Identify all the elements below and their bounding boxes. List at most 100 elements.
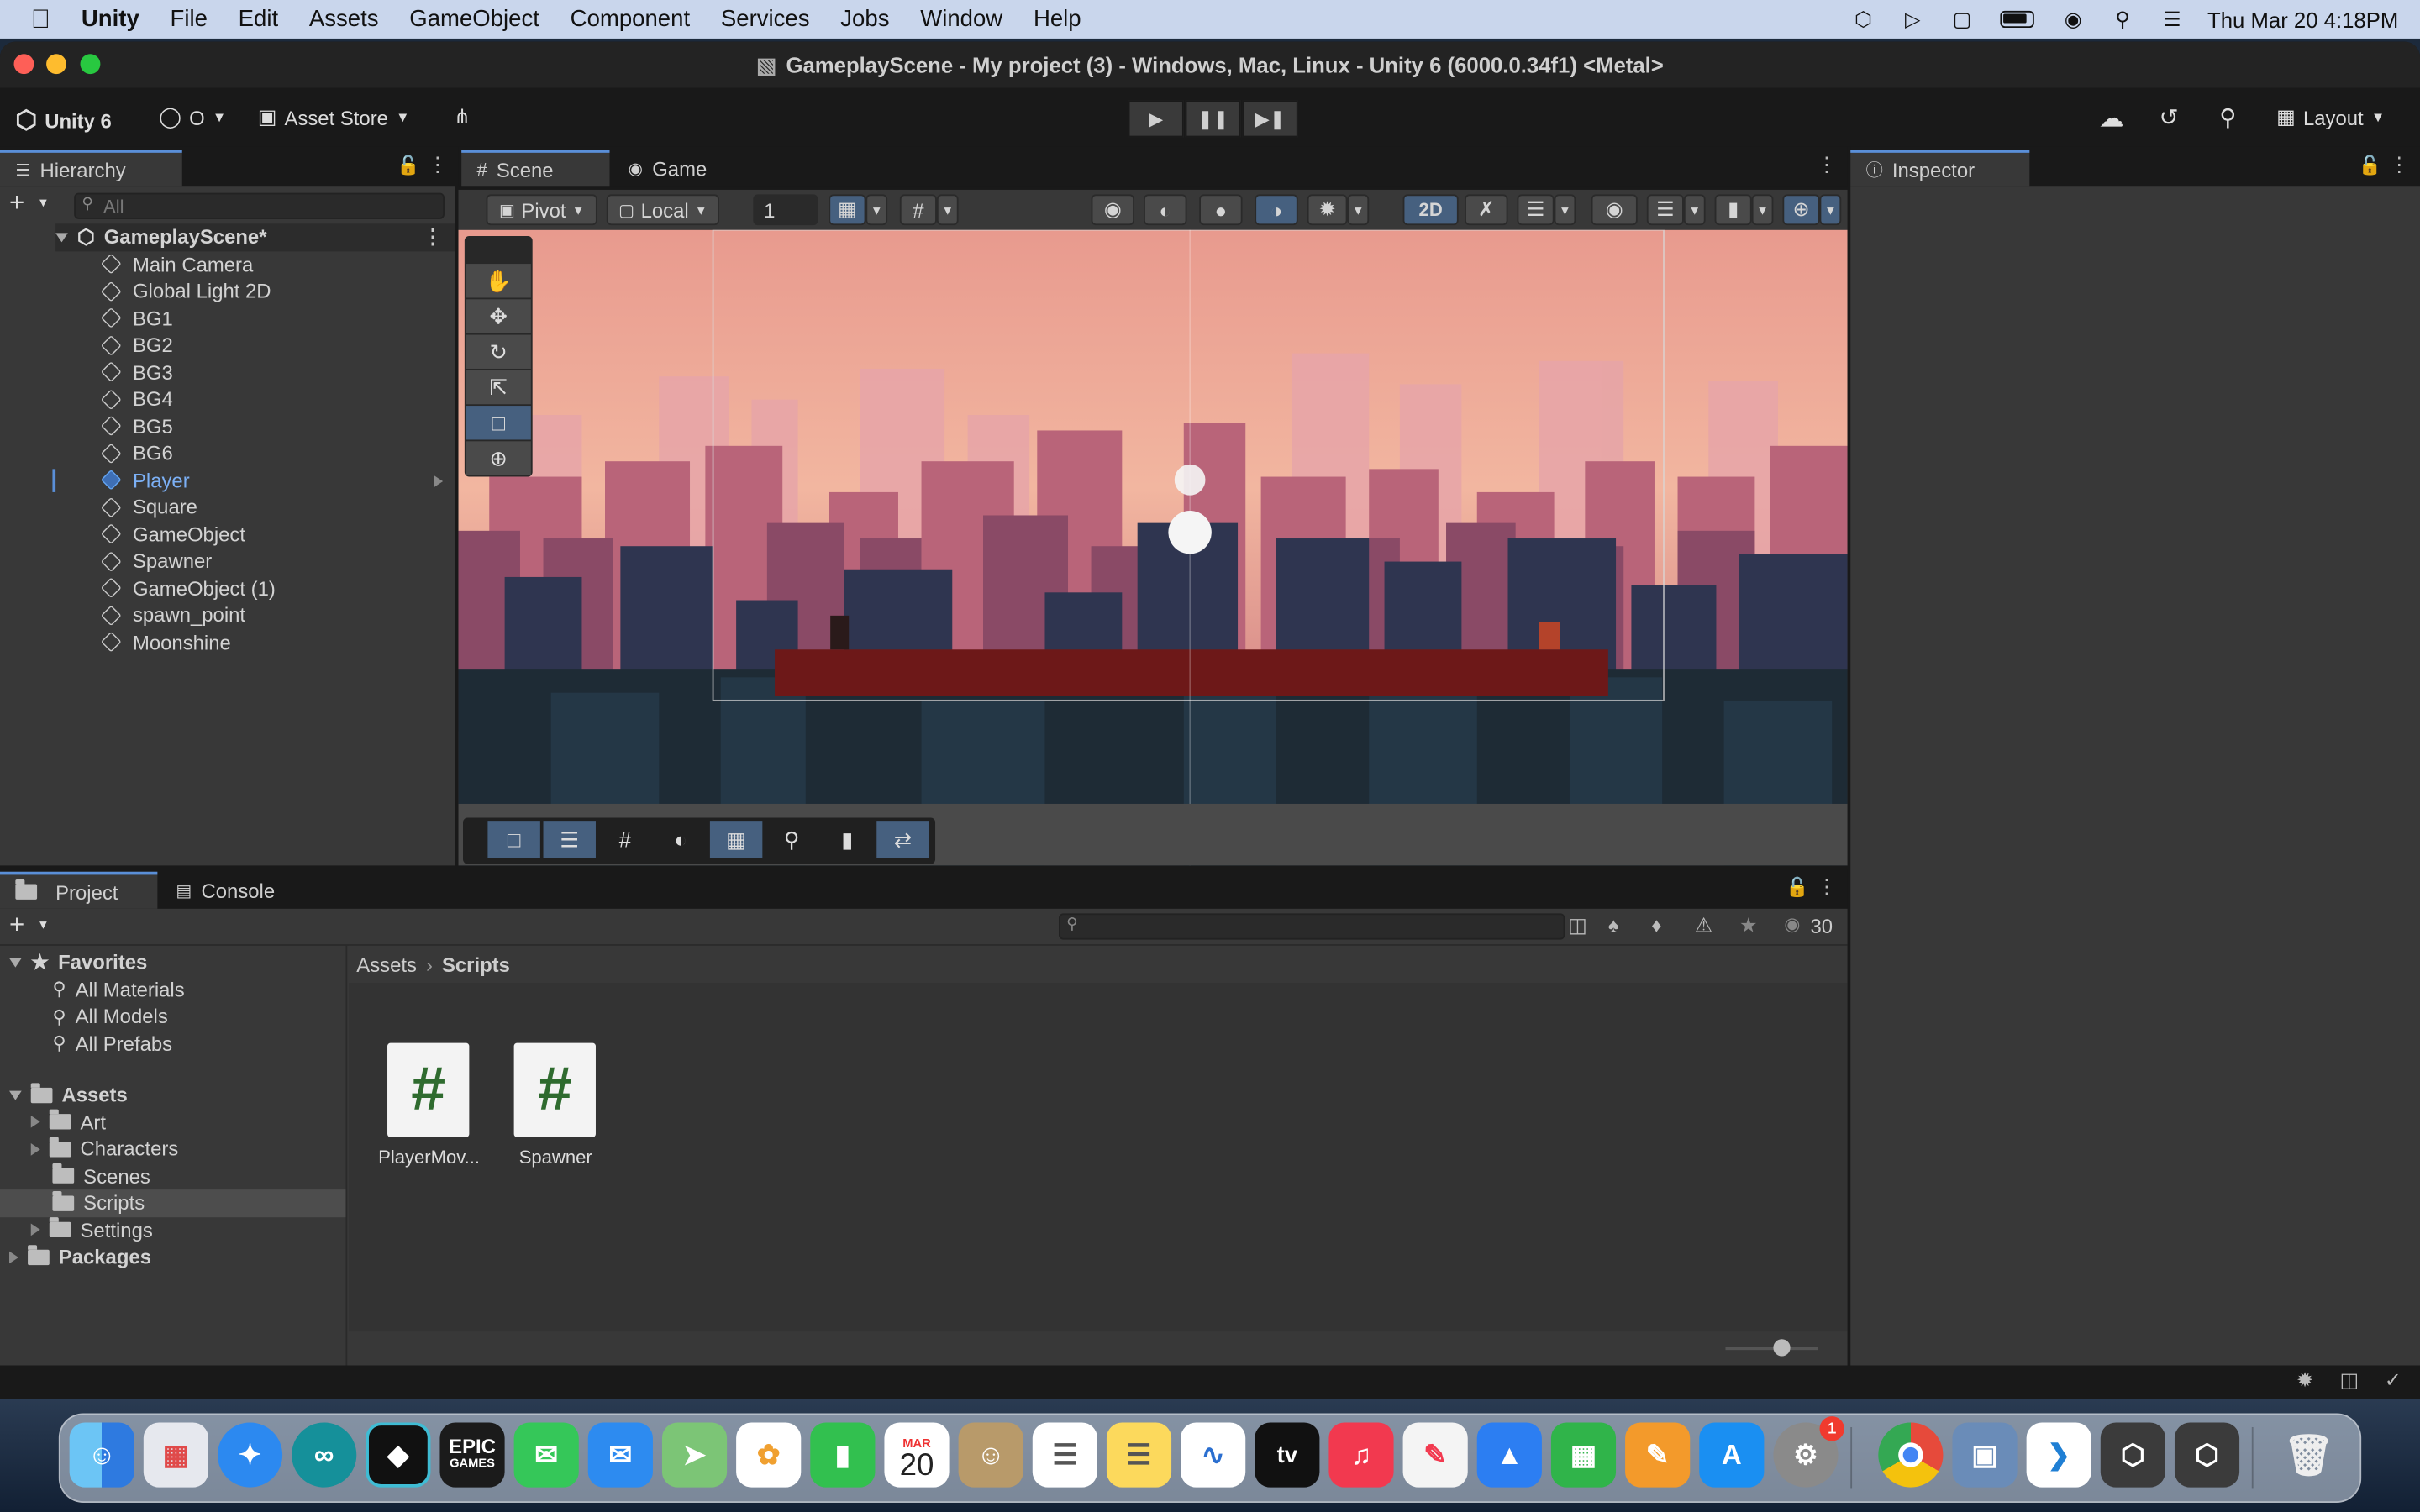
chevron-down-icon[interactable]: ▼	[865, 194, 888, 226]
tilemap-icon[interactable]: ▦	[709, 821, 763, 858]
menu-services[interactable]: Services	[706, 6, 825, 32]
hidden-packages-icon[interactable]: ◉	[1784, 913, 1800, 935]
cache-server-icon[interactable]: ◫	[2339, 1368, 2359, 1393]
freeform-icon[interactable]: ∿	[1181, 1422, 1246, 1488]
battery-icon[interactable]	[1997, 8, 2038, 30]
app-store-icon[interactable]: A	[1699, 1422, 1765, 1488]
lighting-toggle-icon[interactable]: ✗	[1465, 194, 1508, 226]
step-button[interactable]: ▶❚	[1242, 100, 1298, 138]
system-settings-icon[interactable]: ⚙ 1	[1773, 1416, 1844, 1488]
favorite-item[interactable]: ⚲ All Materials	[52, 976, 184, 1003]
history-icon[interactable]: ↺	[2160, 103, 2179, 131]
search-by-label-icon[interactable]: ♠	[1608, 913, 1619, 937]
more-options-icon[interactable]: ⋮	[1817, 153, 1837, 177]
camera-preview-icon[interactable]: ▮	[821, 821, 873, 858]
asset-folder-item[interactable]: Settings	[30, 1216, 153, 1243]
packages-header[interactable]: Packages	[9, 1243, 151, 1270]
reminders-icon[interactable]: ☰	[1032, 1422, 1097, 1488]
hierarchy-item[interactable]: Moonshine	[100, 628, 231, 655]
apple-tv-icon[interactable]: tv	[1255, 1422, 1320, 1488]
grid-snap-button[interactable]: ▦	[829, 194, 866, 226]
lock-icon[interactable]: 🔓	[2359, 155, 2381, 176]
chevron-right-icon[interactable]	[30, 1223, 40, 1236]
unity-6-icon[interactable]: ⬡	[2174, 1422, 2240, 1488]
snap-increment-input[interactable]: 1	[753, 194, 818, 226]
pivot-dropdown[interactable]: ▣ Pivot ▼	[486, 194, 597, 226]
camera-icon[interactable]: ▮	[1714, 194, 1752, 226]
expand-arrow-icon[interactable]	[9, 958, 22, 968]
pages-icon[interactable]: ✎	[1625, 1422, 1691, 1488]
project-search-input[interactable]: ⚲	[1059, 913, 1565, 940]
lock-icon[interactable]: 🔓	[1786, 876, 1808, 898]
numbers-icon[interactable]: ▦	[1550, 1422, 1617, 1488]
hierarchy-item[interactable]: spawn_point	[100, 601, 245, 628]
tab-scene[interactable]: # Scene	[461, 150, 610, 187]
favorite-item[interactable]: ⚲ All Models	[52, 1003, 167, 1030]
expand-arrow-icon[interactable]	[55, 232, 68, 242]
more-options-icon[interactable]: ⋮	[423, 225, 443, 249]
chevron-right-icon[interactable]	[30, 1116, 40, 1129]
scene-viewport[interactable]: ✋ ✥ ↻ ⇱ □ ⊕	[458, 229, 1848, 866]
tab-inspector[interactable]: ⓘ Inspector	[1850, 150, 2030, 187]
hierarchy-search-input[interactable]: ⚲ All	[74, 192, 445, 219]
menu-file[interactable]: File	[155, 6, 223, 32]
script-asset-tile[interactable]: # PlayerMov...	[376, 1042, 481, 1176]
menu-gameobject[interactable]: GameObject	[394, 6, 555, 32]
play-button[interactable]: ▶	[1128, 100, 1184, 138]
tab-project[interactable]: Project	[0, 871, 158, 909]
slider-thumb[interactable]	[1773, 1339, 1791, 1357]
menu-app-unity[interactable]: Unity	[66, 6, 155, 32]
toggle-2d-button[interactable]: 2D	[1402, 194, 1459, 226]
screen-mirror-icon[interactable]: ▢	[1948, 7, 1975, 30]
assets-header[interactable]: Assets	[9, 1082, 128, 1109]
create-asset-button[interactable]: +	[9, 911, 24, 942]
trash-icon[interactable]: 🗑	[2276, 1422, 2341, 1487]
cloud-icon[interactable]: ☁	[2099, 103, 2123, 134]
local-dropdown[interactable]: ▢ Local ▼	[606, 194, 719, 226]
unity-status-icon[interactable]: ⬡	[1849, 7, 1877, 30]
more-options-icon[interactable]: ⋮	[1817, 874, 1837, 899]
chrome-icon[interactable]	[1878, 1422, 1944, 1488]
grid-pattern-icon[interactable]: #	[599, 821, 651, 858]
favorite-item[interactable]: ⚲ All Prefabs	[52, 1030, 172, 1057]
close-window-button[interactable]	[13, 54, 34, 75]
hierarchy-item[interactable]: BG2	[100, 332, 173, 359]
star-icon[interactable]: ★	[1739, 913, 1757, 937]
asset-folder-item[interactable]: Characters	[30, 1136, 178, 1163]
asset-folder-item-selected[interactable]: Scripts	[0, 1189, 346, 1217]
debug-bug-icon[interactable]: ✹	[2296, 1368, 2313, 1393]
messages-icon[interactable]: ✉	[513, 1422, 579, 1488]
pause-button[interactable]: ❚❚	[1185, 100, 1241, 138]
hierarchy-item[interactable]: BG5	[100, 412, 173, 439]
asset-folder-item[interactable]: Scenes	[52, 1163, 150, 1189]
favorites-header[interactable]: ★ Favorites	[9, 949, 147, 976]
menubar-clock[interactable]: Thu Mar 20 4:18PM	[2207, 7, 2398, 31]
lock-icon[interactable]: 🔓	[397, 155, 419, 176]
scale-tool-icon[interactable]: ⇱	[466, 370, 531, 405]
version-control-icon[interactable]: ⋔	[454, 105, 471, 129]
launchpad-icon[interactable]: ▦	[143, 1422, 208, 1488]
asset-folder-item[interactable]: Art	[30, 1109, 106, 1136]
unity-hub-icon[interactable]: ⬡	[2100, 1422, 2165, 1488]
news-icon[interactable]: ✎	[1402, 1422, 1468, 1488]
menu-component[interactable]: Component	[555, 6, 705, 32]
photos-icon[interactable]: ✿	[736, 1422, 802, 1488]
gizmos-icon[interactable]: ⊕	[1782, 194, 1820, 226]
safari-icon[interactable]: ✦	[217, 1422, 283, 1488]
grid-visibility-button[interactable]: #	[899, 194, 937, 226]
debug-draw-icon[interactable]: ✹	[1307, 194, 1348, 226]
chevron-right-icon[interactable]	[9, 1251, 19, 1263]
search-icon[interactable]: ⚲	[2219, 103, 2236, 131]
tag-icon[interactable]: ♦	[1651, 913, 1661, 937]
unlit-icon[interactable]: ◑	[1255, 194, 1298, 226]
godot-icon[interactable]: ◆	[366, 1422, 431, 1488]
chevron-down-icon[interactable]: ▼	[1683, 194, 1706, 226]
menu-jobs[interactable]: Jobs	[825, 6, 905, 32]
hierarchy-item[interactable]: Spawner	[100, 548, 212, 575]
warning-icon[interactable]: ⚠	[1695, 913, 1712, 937]
sliders-icon[interactable]: ☰	[543, 821, 596, 858]
menu-assets[interactable]: Assets	[293, 6, 393, 32]
preview-icon[interactable]: ▣	[1952, 1422, 2018, 1488]
notes-icon[interactable]: ☰	[1106, 1422, 1172, 1488]
chevron-down-icon[interactable]: ▼	[936, 194, 959, 226]
